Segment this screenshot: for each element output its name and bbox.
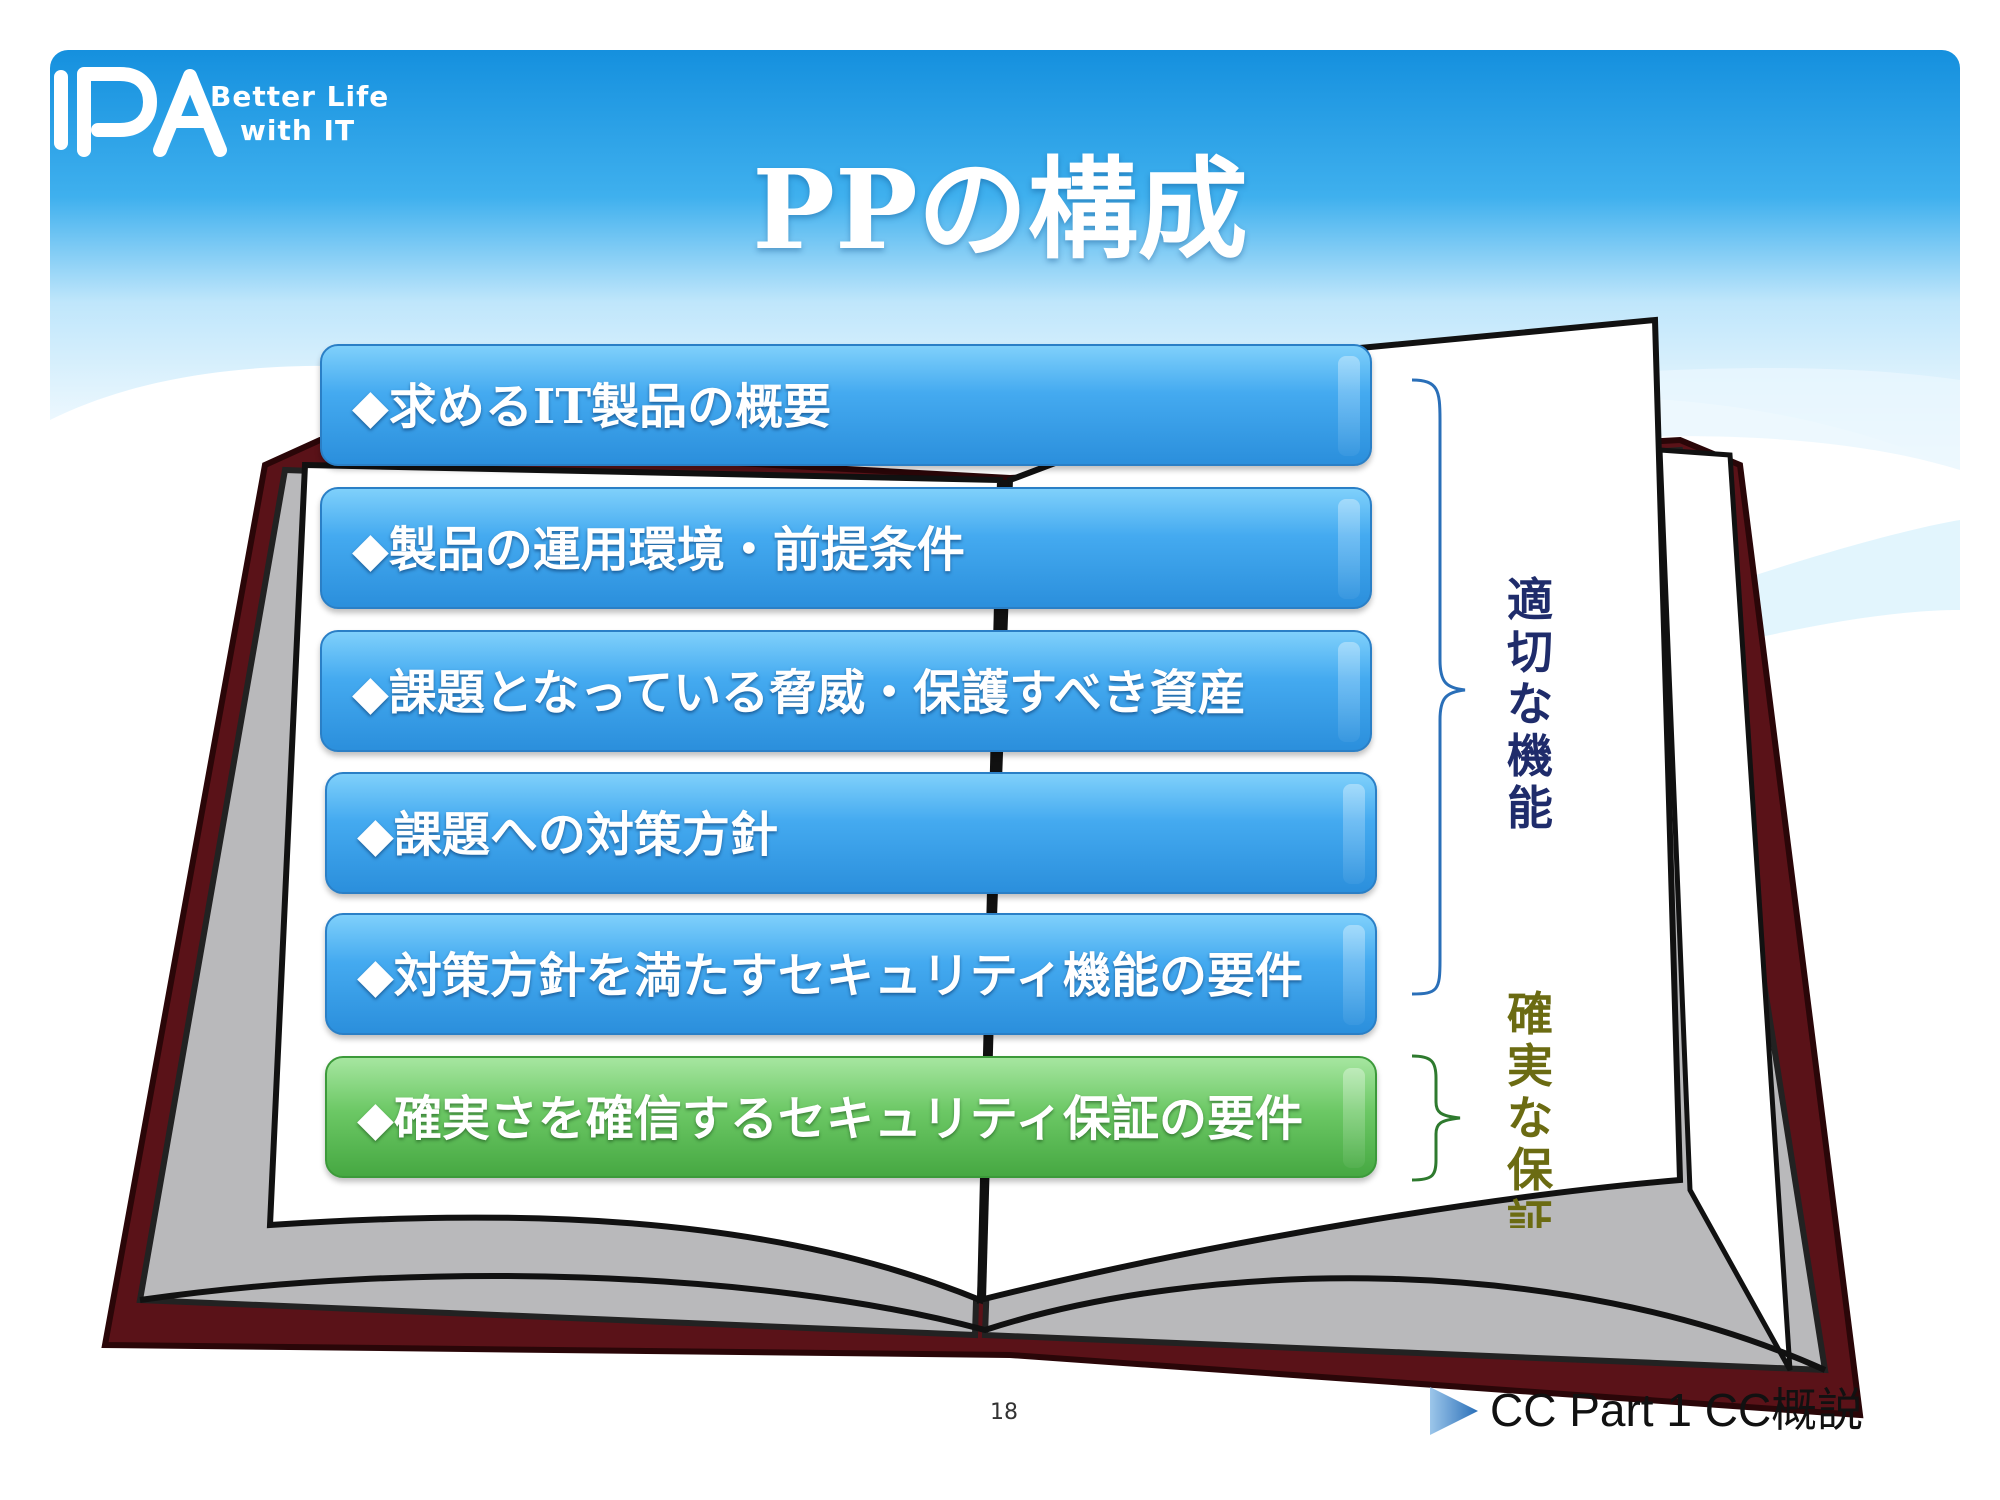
assurance-label: 確実な保証 <box>1507 988 1553 1228</box>
pp-item-security-functional-requirements: ◆対策方針を満たすセキュリティ機能の要件 <box>325 913 1377 1035</box>
footer-arrow-icon <box>1430 1387 1478 1435</box>
pp-item-policy: ◆課題への対策方針 <box>325 772 1377 894</box>
functions-label: 適切な機能 <box>1507 573 1553 835</box>
footer-section-title: CC Part 1 CC概説 <box>1490 1384 1864 1436</box>
pp-item-overview: ◆求めるIT製品の概要 <box>320 344 1372 466</box>
page-number: 18 <box>990 1400 1018 1425</box>
pp-item-security-assurance-requirements: ◆確実さを確信するセキュリティ保証の要件 <box>325 1056 1377 1178</box>
pp-item-environment: ◆製品の運用環境・前提条件 <box>320 487 1372 609</box>
pp-item-threats-assets: ◆課題となっている脅威・保護すべき資産 <box>320 630 1372 752</box>
